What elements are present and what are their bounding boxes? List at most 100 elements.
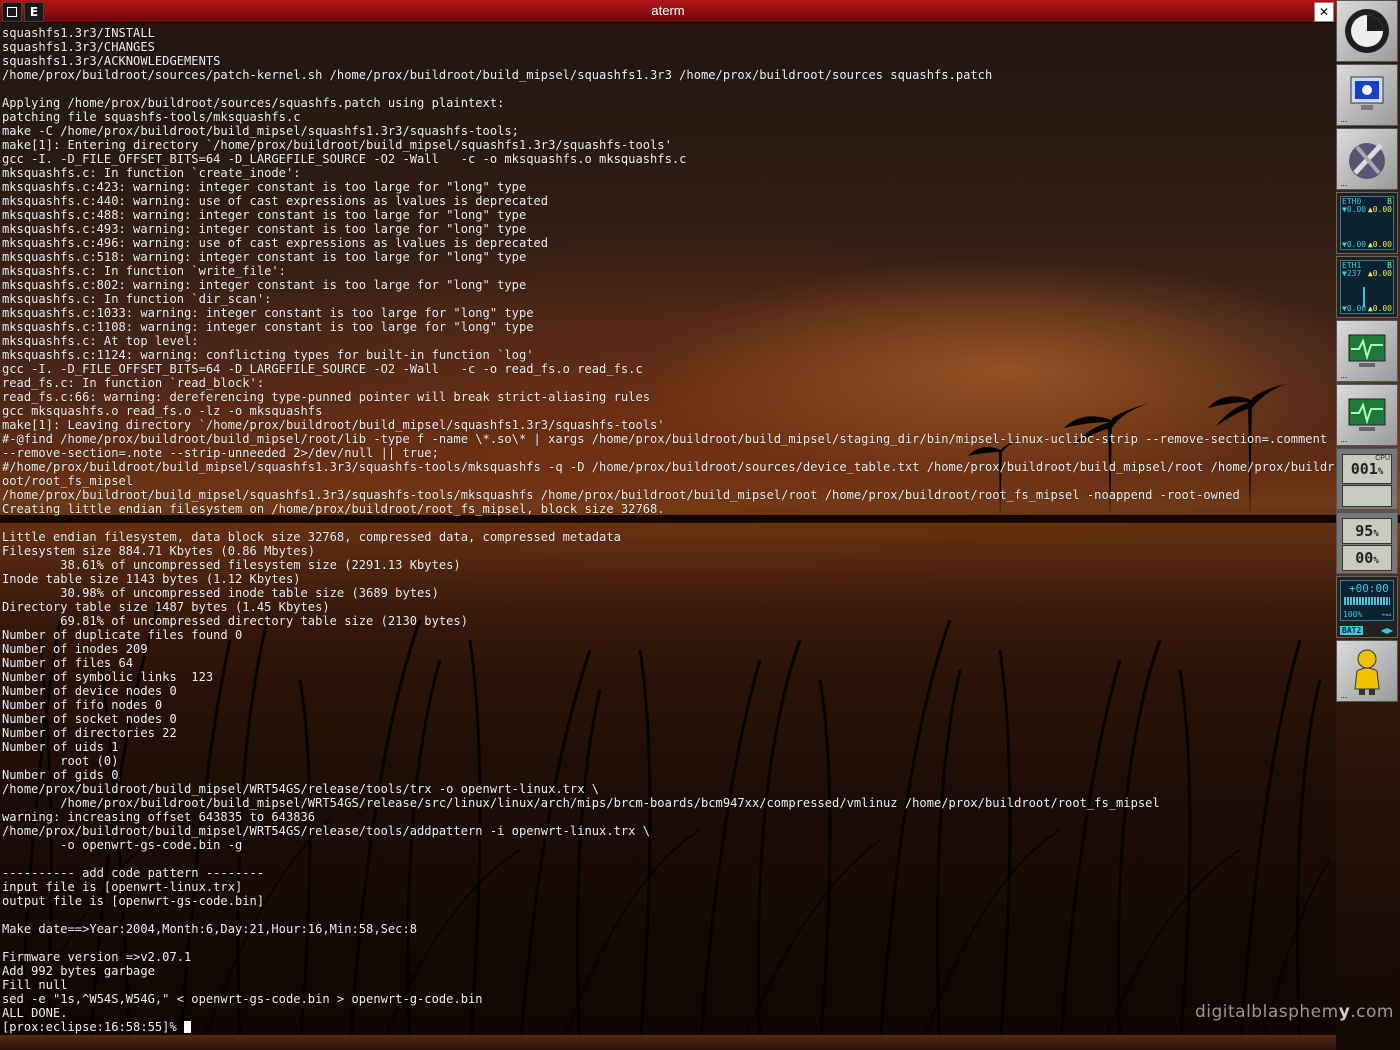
terminal-line: Number of device nodes 0 xyxy=(2,684,177,698)
terminal-line: /home/prox/buildroot/sources/patch-kerne… xyxy=(2,68,993,82)
net-rx: ▼0.00 xyxy=(1342,205,1367,214)
terminal-line: ---------- add code pattern -------- xyxy=(2,866,265,880)
window-title: aterm xyxy=(651,3,685,18)
terminal-area[interactable]: squashfs1.3r3/INSTALL squashfs1.3r3/CHANG… xyxy=(0,23,1336,1035)
terminal-line: Number of uids 1 xyxy=(2,740,119,754)
terminal-line: sed -e "1s,^W54S,W54G," < openwrt-gs-cod… xyxy=(2,992,483,1006)
terminal-line: /home/prox/buildroot/build_mipsel/WRT54G… xyxy=(2,796,1160,810)
battery-slot-label: BAT2 xyxy=(1340,626,1364,635)
terminal-line: root (0) xyxy=(2,754,119,768)
dock-settings-button[interactable]: ... xyxy=(1336,128,1398,190)
terminal-line: gcc -I. -D_FILE_OFFSET_BITS=64 -D_LARGEF… xyxy=(2,362,643,376)
terminal-line: 38.61% of uncompressed filesystem size (… xyxy=(2,558,461,572)
network-monitor-eth1[interactable]: ETH1 B ▼237 ▲0.00 ▼0.00 ▲0.00 xyxy=(1336,256,1398,318)
terminal-line: mksquashfs.c: At top level: xyxy=(2,334,199,348)
terminal-line: #-@find /home/prox/buildroot/build_mipse… xyxy=(2,432,1335,460)
terminal-line: Filesystem size 884.71 Kbytes (0.86 Mbyt… xyxy=(2,544,316,558)
network-monitor-eth0[interactable]: ETH0 B ▼0.00 ▲0.00 ▼0.00 ▲0.00 xyxy=(1336,192,1398,254)
terminal-line: mksquashfs.c: In function `write_file': xyxy=(2,264,286,278)
dock-dots: ... xyxy=(1340,690,1348,700)
terminal-line: Directory table size 1487 bytes (1.45 Kb… xyxy=(2,600,330,614)
text-cursor xyxy=(184,1021,192,1033)
terminal-line: Fill null xyxy=(2,978,68,992)
battery-monitor[interactable]: +00:00 100% ⌁▭ BAT2 ◀▶ xyxy=(1336,576,1398,638)
dock-dots: ... xyxy=(1340,434,1348,444)
memory-monitor[interactable]: 95% 00% xyxy=(1336,512,1398,574)
mem-value-2: 00 xyxy=(1355,549,1374,567)
terminal-line: mksquashfs.c:488: warning: integer const… xyxy=(2,208,527,222)
shell-prompt: [prox:eclipse:16:58:55]% xyxy=(2,1020,185,1034)
terminal-output: squashfs1.3r3/INSTALL squashfs1.3r3/CHANG… xyxy=(0,23,1336,1034)
terminal-line: /home/prox/buildroot/build_mipsel/WRT54G… xyxy=(2,782,600,796)
dock-workspace-button[interactable]: ... xyxy=(1336,64,1398,126)
net-tx: ▲0.00 xyxy=(1367,269,1392,278)
terminal-line: Firmware version =>v2.07.1 xyxy=(2,950,192,964)
terminal-line: 30.98% of uncompressed inode table size … xyxy=(2,586,439,600)
terminal-line: make -C /home/prox/buildroot/build_mipse… xyxy=(2,124,519,138)
terminal-line: mksquashfs.c:423: warning: integer const… xyxy=(2,180,527,194)
dock-app-icon[interactable] xyxy=(1336,0,1398,62)
mem-lcd-2: 00% xyxy=(1342,545,1392,571)
net-tx-scale: ▲0.00 xyxy=(1367,240,1392,249)
terminal-line: Creating little endian filesystem on /ho… xyxy=(2,502,665,516)
terminal-line: mksquashfs.c:1124: warning: conflicting … xyxy=(2,348,534,362)
terminal-line: mksquashfs.c:440: warning: use of cast e… xyxy=(2,194,549,208)
terminal-line: Little endian filesystem, data block siz… xyxy=(2,530,621,544)
terminal-line: Number of symbolic links 123 xyxy=(2,670,214,684)
dock-dots: ... xyxy=(1340,370,1348,380)
terminal-line: Number of duplicate files found 0 xyxy=(2,628,243,642)
terminal-line: output file is [openwrt-gs-code.bin] xyxy=(2,894,265,908)
terminal-line: mksquashfs.c:1033: warning: integer cons… xyxy=(2,306,534,320)
terminal-line: gcc -I. -D_FILE_OFFSET_BITS=64 -D_LARGEF… xyxy=(2,152,687,166)
dock-system-monitor-button[interactable]: ... xyxy=(1336,320,1398,382)
terminal-line: Number of inodes 209 xyxy=(2,642,148,656)
terminal-line: squashfs1.3r3/ACKNOWLEDGEMENTS xyxy=(2,54,221,68)
mem-lcd-1: 95% xyxy=(1342,518,1392,544)
net-rx: ▼237 xyxy=(1342,269,1362,278)
dock: ... ... ETH0 B ▼0.00 ▲0.00 ▼0.00 ▲0.00 E… xyxy=(1336,0,1400,1050)
terminal-line: mksquashfs.c: In function `dir_scan': xyxy=(2,292,272,306)
dock-dots: ... xyxy=(1340,114,1348,124)
dock-system-monitor-button-2[interactable]: ... xyxy=(1336,384,1398,446)
battery-percent: 100% xyxy=(1343,610,1363,619)
net-tx: ▲0.00 xyxy=(1367,205,1392,214)
terminal-line: ALL DONE. xyxy=(2,1006,68,1020)
terminal-line: Number of directories 22 xyxy=(2,726,177,740)
net-tx-scale: ▲0.00 xyxy=(1367,304,1392,313)
cpu-monitor[interactable]: 001% CPU xyxy=(1336,448,1398,510)
mem-value-1: 95 xyxy=(1355,522,1374,540)
terminal-line: read_fs.c:66: warning: dereferencing typ… xyxy=(2,390,651,404)
window-titlebar[interactable]: E aterm ✕ xyxy=(0,0,1336,23)
terminal-line: patching file squashfs-tools/mksquashfs.… xyxy=(2,110,301,124)
terminal-line: Number of socket nodes 0 xyxy=(2,712,177,726)
terminal-line: make[1]: Leaving directory `/home/prox/b… xyxy=(2,418,665,432)
dock-messenger-button[interactable]: ... xyxy=(1336,640,1398,702)
cpu-label: CPU xyxy=(1375,455,1390,462)
cpu-unit: % xyxy=(1377,467,1384,477)
terminal-line: Applying /home/prox/buildroot/sources/sq… xyxy=(2,96,505,110)
terminal-line: Number of files 64 xyxy=(2,656,134,670)
battery-plug-icon: ⌁▭ xyxy=(1381,610,1391,619)
window-close-button[interactable]: ✕ xyxy=(1314,2,1334,22)
battery-nav-arrows[interactable]: ◀▶ xyxy=(1381,626,1393,635)
terminal-line: make[1]: Entering directory `/home/prox/… xyxy=(2,138,672,152)
terminal-line: Add 992 bytes garbage xyxy=(2,964,155,978)
battery-time: +00:00 xyxy=(1349,582,1389,595)
terminal-line: squashfs1.3r3/INSTALL xyxy=(2,26,155,40)
terminal-line: mksquashfs.c:802: warning: integer const… xyxy=(2,278,527,292)
terminal-line: Inode table size 1143 bytes (1.12 Kbytes… xyxy=(2,572,301,586)
window-bottom-border xyxy=(0,1035,1336,1050)
terminal-line: gcc mksquashfs.o read_fs.o -lz -o mksqua… xyxy=(2,404,323,418)
terminal-line: 69.81% of uncompressed directory table s… xyxy=(2,614,468,628)
net-rx-scale: ▼0.00 xyxy=(1342,240,1367,249)
terminal-line: Make date==>Year:2004,Month:6,Day:21,Hou… xyxy=(2,922,418,936)
cpu-value: 001 xyxy=(1350,460,1378,478)
battery-level-bar xyxy=(1344,597,1390,605)
terminal-line: Number of fifo nodes 0 xyxy=(2,698,163,712)
shell-prompt-line[interactable]: [prox:eclipse:16:58:55]% xyxy=(2,1020,1336,1034)
terminal-line: #/home/prox/buildroot/build_mipsel/squas… xyxy=(2,460,1335,488)
